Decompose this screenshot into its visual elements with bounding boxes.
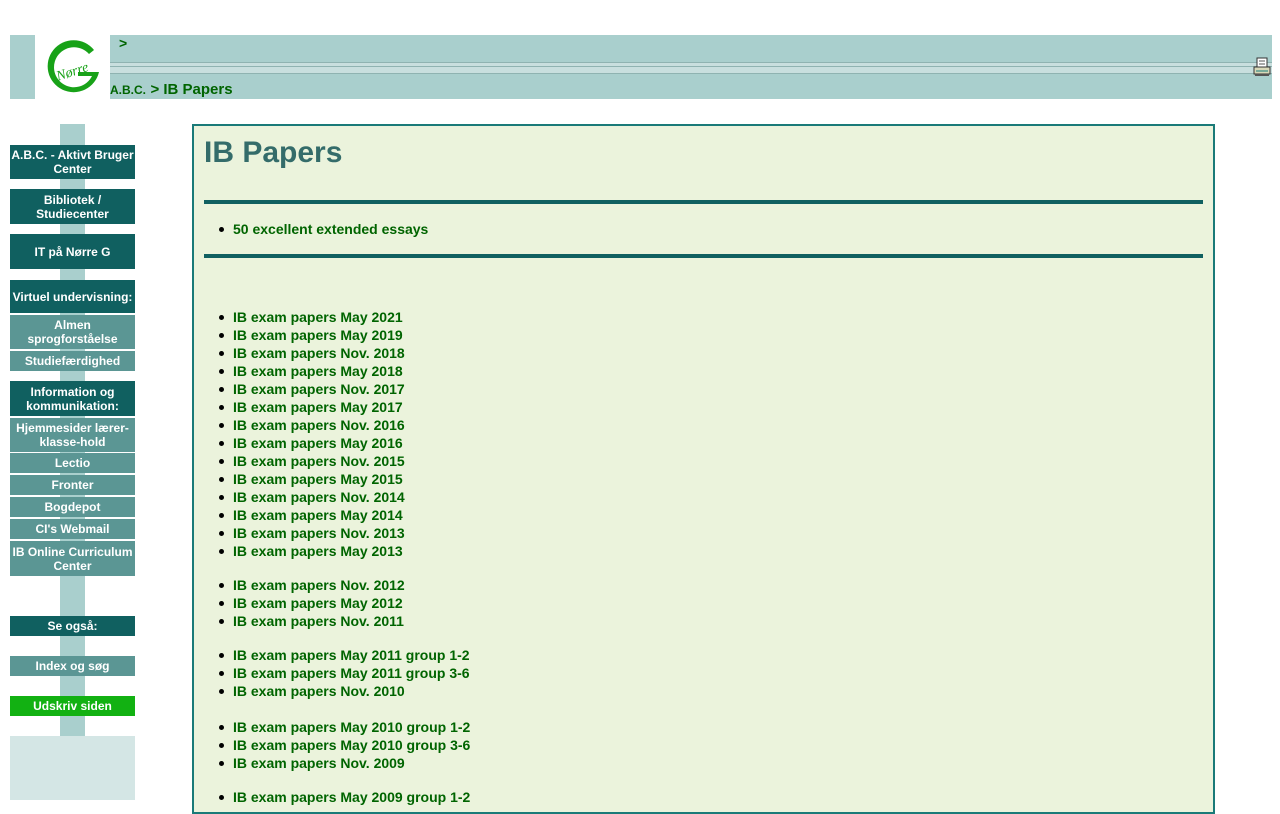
list-item: IB exam papers Nov. 2012 xyxy=(219,576,405,594)
sidebar-item-index[interactable]: Index og søg xyxy=(10,656,135,676)
exam-paper-link[interactable]: IB exam papers May 2012 xyxy=(233,595,403,611)
list-item: IB exam papers Nov. 2009 xyxy=(218,754,470,772)
exam-papers-list-3: IB exam papers May 2011 group 1-2 IB exam… xyxy=(219,646,470,700)
exam-paper-link[interactable]: IB exam papers May 2015 xyxy=(233,471,403,487)
list-item: IB exam papers May 2009 group 1-2 xyxy=(218,788,470,806)
exam-paper-link[interactable]: IB exam papers May 2021 xyxy=(233,309,403,325)
list-item: IB exam papers May 2016 xyxy=(219,434,405,452)
list-item: IB exam papers Nov. 2018 xyxy=(219,344,405,362)
exam-papers-list-1: IB exam papers May 2021 IB exam papers Ma… xyxy=(219,308,405,560)
sidebar-footer-block xyxy=(10,736,135,800)
exam-paper-link[interactable]: IB exam papers May 2010 group 1-2 xyxy=(233,719,470,735)
list-item: IB exam papers May 2011 group 3-6 xyxy=(219,664,470,682)
printer-icon[interactable] xyxy=(1253,57,1271,77)
list-item: IB exam papers Nov. 2017 xyxy=(219,380,405,398)
exam-paper-link[interactable]: IB exam papers Nov. 2010 xyxy=(233,683,405,699)
list-item: IB exam papers Nov. 2014 xyxy=(219,488,405,506)
exam-paper-link[interactable]: IB exam papers May 2011 group 1-2 xyxy=(233,647,470,663)
header-divider xyxy=(110,62,1272,74)
header-divider-inner xyxy=(110,66,1272,67)
exam-paper-link[interactable]: IB exam papers May 2018 xyxy=(233,363,403,379)
exam-paper-link[interactable]: IB exam papers May 2017 xyxy=(233,399,403,415)
exam-paper-link[interactable]: IB exam papers May 2010 group 3-6 xyxy=(233,737,470,753)
essays-link[interactable]: 50 excellent extended essays xyxy=(233,221,428,237)
list-item: IB exam papers May 2019 xyxy=(219,326,405,344)
sidebar-item-lectio[interactable]: Lectio xyxy=(10,453,135,473)
svg-text:Nørre: Nørre xyxy=(54,60,91,85)
list-item: IB exam papers May 2017 xyxy=(219,398,405,416)
exam-paper-link[interactable]: IB exam papers Nov. 2018 xyxy=(233,345,405,361)
sidebar-item-almen[interactable]: Almen sprogforståelse xyxy=(10,315,135,349)
list-item: IB exam papers May 2018 xyxy=(219,362,405,380)
divider-top xyxy=(204,200,1203,204)
exam-paper-link[interactable]: IB exam papers Nov. 2009 xyxy=(233,755,405,771)
breadcrumb-abc-link[interactable]: A.B.C. xyxy=(110,83,146,97)
sidebar-item-hjemmesider[interactable]: Hjemmesider lærer-klasse-hold xyxy=(10,418,135,452)
sidebar-item-webmail[interactable]: CI's Webmail xyxy=(10,519,135,539)
list-item: IB exam papers May 2010 group 3-6 xyxy=(218,736,470,754)
sidebar-item-fronter[interactable]: Fronter xyxy=(10,475,135,495)
list-item: IB exam papers Nov. 2011 xyxy=(219,612,405,630)
list-item: IB exam papers May 2014 xyxy=(219,506,405,524)
list-item: IB exam papers Nov. 2010 xyxy=(219,682,470,700)
list-item: IB exam papers May 2012 xyxy=(219,594,405,612)
breadcrumb: A.B.C. > IB Papers xyxy=(110,81,233,99)
exam-paper-link[interactable]: IB exam papers Nov. 2016 xyxy=(233,417,405,433)
list-item: IB exam papers May 2015 xyxy=(219,470,405,488)
exam-papers-list-5: IB exam papers May 2009 group 1-2 xyxy=(218,788,470,806)
exam-papers-list-4: IB exam papers May 2010 group 1-2 IB exam… xyxy=(218,718,470,772)
list-item: IB exam papers May 2013 xyxy=(219,542,405,560)
breadcrumb-current: > IB Papers xyxy=(150,81,233,98)
exam-paper-link[interactable]: IB exam papers Nov. 2013 xyxy=(233,525,405,541)
header-bar: Nørre > A.B.C. > IB Papers xyxy=(10,35,1272,99)
breadcrumb-top: > xyxy=(119,35,128,51)
exam-papers-list-2: IB exam papers Nov. 2012 IB exam papers M… xyxy=(219,576,405,630)
sidebar-heading-virtuel: Virtuel undervisning: xyxy=(10,280,135,313)
sidebar-item-bibliotek[interactable]: Bibliotek / Studiecenter xyxy=(10,189,135,224)
sidebar-item-it[interactable]: IT på Nørre G xyxy=(10,234,135,269)
exam-paper-link[interactable]: IB exam papers May 2013 xyxy=(233,543,403,559)
sidebar-heading-info: Information og kommunikation: xyxy=(10,381,135,416)
sidebar-item-ibocc[interactable]: IB Online Curriculum Center xyxy=(10,541,135,576)
exam-paper-link[interactable]: IB exam papers Nov. 2011 xyxy=(233,613,404,629)
list-item: IB exam papers May 2021 xyxy=(219,308,405,326)
list-item: 50 excellent extended essays xyxy=(218,220,428,238)
divider-bottom xyxy=(204,254,1203,258)
exam-paper-link[interactable]: IB exam papers Nov. 2014 xyxy=(233,489,405,505)
sidebar-heading-se-ogsaa: Se også: xyxy=(10,616,135,636)
exam-paper-link[interactable]: IB exam papers Nov. 2017 xyxy=(233,381,405,397)
list-item: IB exam papers May 2010 group 1-2 xyxy=(218,718,470,736)
exam-paper-link[interactable]: IB exam papers May 2019 xyxy=(233,327,403,343)
sidebar-item-bogdepot[interactable]: Bogdepot xyxy=(10,497,135,517)
list-item: IB exam papers May 2011 group 1-2 xyxy=(219,646,470,664)
exam-paper-link[interactable]: IB exam papers May 2009 group 1-2 xyxy=(233,789,470,805)
sidebar-item-abc[interactable]: A.B.C. - Aktivt Bruger Center xyxy=(10,145,135,179)
essays-list: 50 excellent extended essays xyxy=(218,220,428,238)
exam-paper-link[interactable]: IB exam papers Nov. 2012 xyxy=(233,577,405,593)
content-panel: IB Papers 50 excellent extended essays I… xyxy=(192,124,1215,814)
exam-paper-link[interactable]: IB exam papers May 2016 xyxy=(233,435,403,451)
page-title: IB Papers xyxy=(204,136,343,169)
list-item: IB exam papers Nov. 2013 xyxy=(219,524,405,542)
sidebar-item-udskriv[interactable]: Udskriv siden xyxy=(10,696,135,716)
sidebar-item-studiefaerdighed[interactable]: Studiefærdighed xyxy=(10,351,135,371)
norre-g-logo-icon[interactable]: Nørre xyxy=(42,36,104,98)
exam-paper-link[interactable]: IB exam papers May 2011 group 3-6 xyxy=(233,665,470,681)
exam-paper-link[interactable]: IB exam papers Nov. 2015 xyxy=(233,453,405,469)
list-item: IB exam papers Nov. 2016 xyxy=(219,416,405,434)
exam-paper-link[interactable]: IB exam papers May 2014 xyxy=(233,507,403,523)
list-item: IB exam papers Nov. 2015 xyxy=(219,452,405,470)
